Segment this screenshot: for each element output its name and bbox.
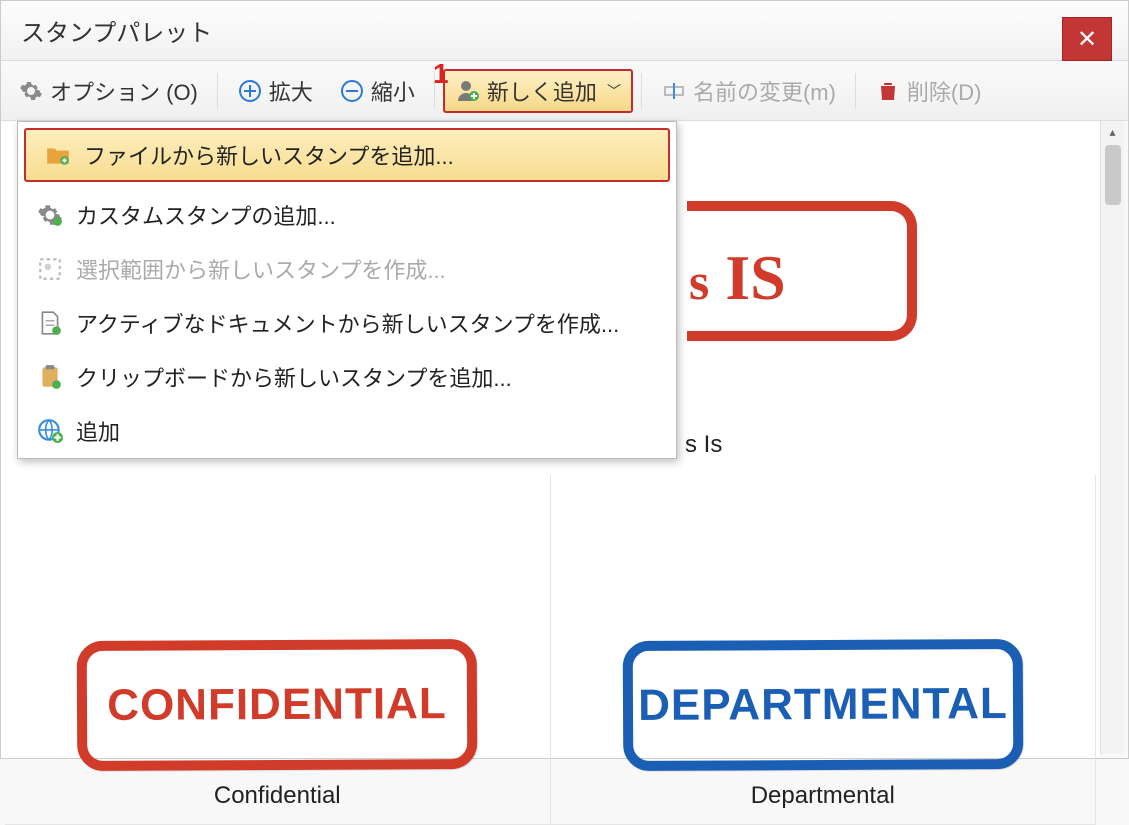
stamp-preview-confidential: CONFIDENTIAL <box>77 639 478 771</box>
globe-plus-icon <box>36 417 64 445</box>
menu-item-add-url[interactable]: 追加 <box>18 404 676 458</box>
selection-icon <box>36 255 64 283</box>
toolbar: 1 オプション (O) 拡大 縮小 新しく追加 ﹀ 名前の変更(m) <box>1 61 1128 121</box>
callout-1: 1 <box>433 58 449 90</box>
menu-item-label: クリップボードから新しいスタンプを追加... <box>76 361 512 393</box>
user-plus-icon <box>455 78 481 104</box>
stamp-text-asis-partial: s IS <box>689 241 786 315</box>
plus-circle-icon <box>237 78 263 104</box>
menu-item-from-selection: 選択範囲から新しいスタンプを作成... <box>18 242 676 296</box>
options-label: オプション (O) <box>50 75 198 107</box>
menu-item-label: 追加 <box>76 415 120 447</box>
add-new-dropdown-menu: ファイルから新しいスタンプを追加... カスタムスタンプの追加... 選択範囲か… <box>17 121 677 459</box>
chevron-down-icon: ﹀ <box>607 81 621 101</box>
scroll-thumb[interactable] <box>1105 145 1121 205</box>
stamp-label: Departmental <box>751 782 895 810</box>
stamp-preview-departmental: DEPARTMENTAL <box>622 639 1023 771</box>
stamp-cell-confidential[interactable]: CONFIDENTIAL Confidential <box>5 475 551 825</box>
menu-item-label: 選択範囲から新しいスタンプを作成... <box>76 253 446 285</box>
zoom-in-button[interactable]: 拡大 <box>226 69 324 113</box>
rename-icon <box>661 78 687 104</box>
rename-label: 名前の変更(m) <box>693 75 836 107</box>
menu-item-label: ファイルから新しいスタンプを追加... <box>84 139 454 171</box>
trash-icon <box>875 78 901 104</box>
delete-button[interactable]: 削除(D) <box>864 69 993 113</box>
stamp-text: CONFIDENTIAL <box>107 679 447 731</box>
menu-item-from-active-doc[interactable]: アクティブなドキュメントから新しいスタンプを作成... <box>18 296 676 350</box>
stamp-cell-departmental[interactable]: DEPARTMENTAL Departmental <box>551 475 1097 825</box>
zoom-out-label: 縮小 <box>371 75 415 107</box>
separator <box>855 73 856 109</box>
scroll-up-icon[interactable]: ▴ <box>1102 121 1124 143</box>
gear-user-icon <box>36 201 64 229</box>
separator <box>641 73 642 109</box>
document-user-icon <box>36 309 64 337</box>
menu-item-from-file[interactable]: ファイルから新しいスタンプを追加... <box>24 128 670 182</box>
folder-user-icon <box>44 141 72 169</box>
menu-item-custom-stamp[interactable]: カスタムスタンプの追加... <box>18 188 676 242</box>
menu-item-from-clipboard[interactable]: クリップボードから新しいスタンプを追加... <box>18 350 676 404</box>
add-new-dropdown-button[interactable]: 新しく追加 ﹀ <box>443 69 633 113</box>
menu-item-label: カスタムスタンプの追加... <box>76 199 336 231</box>
vertical-scrollbar[interactable]: ▴ <box>1100 121 1124 754</box>
close-button[interactable]: ✕ <box>1062 17 1112 61</box>
options-button[interactable]: オプション (O) <box>7 69 209 113</box>
delete-label: 削除(D) <box>907 75 982 107</box>
title-bar: スタンプパレット <box>1 1 1128 61</box>
clipboard-user-icon <box>36 363 64 391</box>
rename-button[interactable]: 名前の変更(m) <box>650 69 847 113</box>
stamp-text: DEPARTMENTAL <box>638 679 1008 731</box>
minus-circle-icon <box>339 78 365 104</box>
menu-item-label: アクティブなドキュメントから新しいスタンプを作成... <box>76 307 619 339</box>
separator <box>217 73 218 109</box>
stamp-label: Confidential <box>214 782 341 810</box>
zoom-out-button[interactable]: 縮小 <box>328 69 426 113</box>
gear-icon <box>18 78 44 104</box>
add-new-label: 新しく追加 <box>487 75 597 107</box>
zoom-in-label: 拡大 <box>269 75 313 107</box>
stamp-label-asis-partial: s Is <box>685 431 722 459</box>
close-icon: ✕ <box>1077 25 1097 54</box>
window-title: スタンプパレット <box>21 13 212 48</box>
